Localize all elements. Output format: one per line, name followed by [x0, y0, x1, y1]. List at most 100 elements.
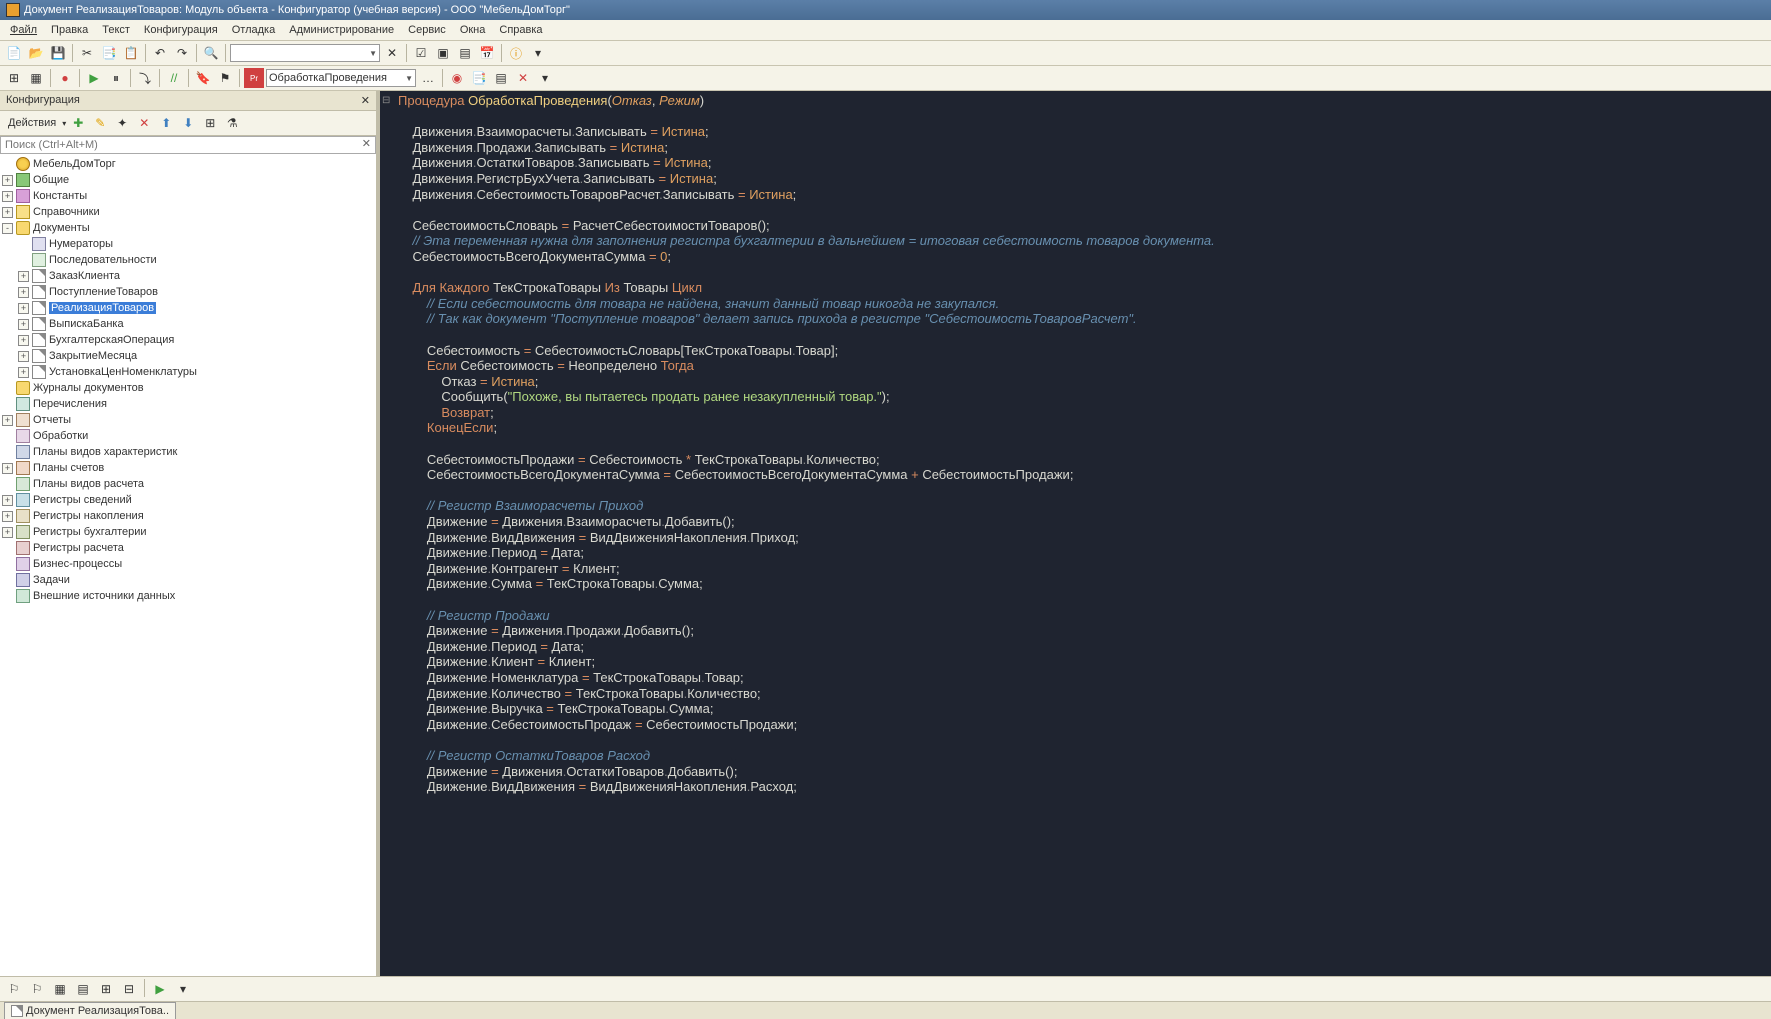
list-icon[interactable]: ▤ — [455, 43, 475, 63]
tree-item[interactable]: +РеализацияТоваров — [0, 300, 376, 316]
tree-item[interactable]: +Регистры бухгалтерии — [0, 524, 376, 540]
redo-icon[interactable]: ↷ — [172, 43, 192, 63]
tree-item[interactable]: +Планы счетов — [0, 460, 376, 476]
tree-item[interactable]: +УстановкаЦенНоменклатуры — [0, 364, 376, 380]
module-icon[interactable]: ▦ — [26, 68, 46, 88]
menu-Правка[interactable]: Правка — [45, 22, 94, 38]
code-content[interactable]: Процедура ОбработкаПроведения(Отказ, Реж… — [380, 91, 1771, 797]
tree-item[interactable]: +ЗакрытиеМесяца — [0, 348, 376, 364]
search-combo[interactable]: ▼ — [230, 44, 380, 62]
search-input[interactable] — [1, 137, 358, 153]
tree-item[interactable]: Нумераторы — [0, 236, 376, 252]
procedure-combo[interactable]: ОбработкаПроведения▼ — [266, 69, 416, 87]
expander-icon[interactable]: + — [2, 415, 13, 426]
dropdown-icon[interactable]: ▾ — [173, 979, 193, 999]
step-icon[interactable]: ⤵ — [135, 68, 155, 88]
expander-icon[interactable]: + — [18, 351, 29, 362]
tree-item[interactable]: Последовательности — [0, 252, 376, 268]
status-icon[interactable]: ▦ — [50, 979, 70, 999]
tree-item[interactable]: +Регистры накопления — [0, 508, 376, 524]
dropdown-icon[interactable]: ▾ — [528, 43, 548, 63]
tree-item[interactable]: Обработки — [0, 428, 376, 444]
play-icon[interactable]: ▶ — [84, 68, 104, 88]
status-icon[interactable]: ▤ — [73, 979, 93, 999]
flag-icon[interactable]: ⚑ — [215, 68, 235, 88]
expander-icon[interactable]: + — [18, 271, 29, 282]
status-icon[interactable]: ⚐ — [4, 979, 24, 999]
cut-icon[interactable]: ✂ — [77, 43, 97, 63]
run-icon[interactable]: ▶ — [150, 979, 170, 999]
tree-item[interactable]: +ПоступлениеТоваров — [0, 284, 376, 300]
debug-list-icon[interactable]: ▤ — [491, 68, 511, 88]
tree-item[interactable]: +ЗаказКлиента — [0, 268, 376, 284]
add-icon[interactable]: ✚ — [68, 113, 88, 133]
down-icon[interactable]: ⬇ — [178, 113, 198, 133]
tree-item[interactable]: Планы видов расчета — [0, 476, 376, 492]
expander-icon[interactable]: + — [18, 367, 29, 378]
pause-icon[interactable]: ⏸ — [106, 68, 126, 88]
tree-icon[interactable]: ⊞ — [4, 68, 24, 88]
actions-label[interactable]: Действия — [4, 115, 60, 131]
undo-icon[interactable]: ↶ — [150, 43, 170, 63]
menu-Текст[interactable]: Текст — [96, 22, 136, 38]
tree-item[interactable]: МебельДомТорг — [0, 156, 376, 172]
tree-item[interactable]: +Общие — [0, 172, 376, 188]
save-icon[interactable]: 💾 — [48, 43, 68, 63]
find-icon[interactable]: 🔍 — [201, 43, 221, 63]
menu-Администрирование[interactable]: Администрирование — [283, 22, 400, 38]
expander-icon[interactable]: + — [2, 527, 13, 538]
comment-icon[interactable]: // — [164, 68, 184, 88]
tree-item[interactable]: Регистры расчета — [0, 540, 376, 556]
tree-item[interactable]: Задачи — [0, 572, 376, 588]
open-icon[interactable]: 📂 — [26, 43, 46, 63]
status-icon[interactable]: ⚐ — [27, 979, 47, 999]
expander-icon[interactable]: + — [18, 335, 29, 346]
filter-icon[interactable]: ⚗ — [222, 113, 242, 133]
tree-item[interactable]: +Константы — [0, 188, 376, 204]
wand-icon[interactable]: ✦ — [112, 113, 132, 133]
menu-Справка[interactable]: Справка — [493, 22, 548, 38]
code-editor[interactable]: ⊟ Процедура ОбработкаПроведения(Отказ, Р… — [380, 91, 1771, 976]
info-icon[interactable]: ⓘ — [506, 43, 526, 63]
tree-item[interactable]: -Документы — [0, 220, 376, 236]
paste-icon[interactable]: 📋 — [121, 43, 141, 63]
menu-Отладка[interactable]: Отладка — [226, 22, 281, 38]
menu-Файл[interactable]: Файл — [4, 22, 43, 38]
status-icon[interactable]: ⊟ — [119, 979, 139, 999]
calendar-icon[interactable]: 📅 — [477, 43, 497, 63]
tree-item[interactable]: Перечисления — [0, 396, 376, 412]
expander-icon[interactable]: + — [18, 287, 29, 298]
goto-icon[interactable]: … — [418, 68, 438, 88]
tree-item[interactable]: Внешние источники данных — [0, 588, 376, 604]
close-icon[interactable]: ✕ — [361, 94, 370, 107]
expander-icon[interactable]: + — [2, 495, 13, 506]
expander-icon[interactable]: + — [2, 207, 13, 218]
delete-icon[interactable]: ✕ — [134, 113, 154, 133]
menu-Конфигурация[interactable]: Конфигурация — [138, 22, 224, 38]
expander-icon[interactable]: + — [18, 303, 29, 314]
clear-icon[interactable]: ✕ — [358, 137, 375, 153]
expander-icon[interactable]: + — [2, 175, 13, 186]
tree-item[interactable]: +БухгалтерскаяОперация — [0, 332, 376, 348]
syntax-icon[interactable]: ☑ — [411, 43, 431, 63]
tree-item[interactable]: +Справочники — [0, 204, 376, 220]
expander-icon[interactable]: - — [2, 223, 13, 234]
expander-icon[interactable]: + — [2, 191, 13, 202]
debug-copy-icon[interactable]: 📑 — [469, 68, 489, 88]
clear-icon[interactable]: ✕ — [382, 43, 402, 63]
tree-item[interactable]: +Регистры сведений — [0, 492, 376, 508]
debug-dd-icon[interactable]: ▾ — [535, 68, 555, 88]
bp-icon[interactable]: ● — [55, 68, 75, 88]
edit-icon[interactable]: ✎ — [90, 113, 110, 133]
menu-Сервис[interactable]: Сервис — [402, 22, 452, 38]
expander-icon[interactable]: + — [2, 511, 13, 522]
config-tree[interactable]: МебельДомТорг+Общие+Константы+Справочник… — [0, 154, 376, 976]
tree-item[interactable]: +Отчеты — [0, 412, 376, 428]
new-icon[interactable]: 📄 — [4, 43, 24, 63]
status-icon[interactable]: ⊞ — [96, 979, 116, 999]
tree-item[interactable]: +ВыпискаБанка — [0, 316, 376, 332]
bookmark-icon[interactable]: 🔖 — [193, 68, 213, 88]
fold-icon[interactable]: ⊟ — [380, 95, 392, 106]
debug-del-icon[interactable]: ✕ — [513, 68, 533, 88]
search-box[interactable]: ✕ — [0, 136, 376, 154]
